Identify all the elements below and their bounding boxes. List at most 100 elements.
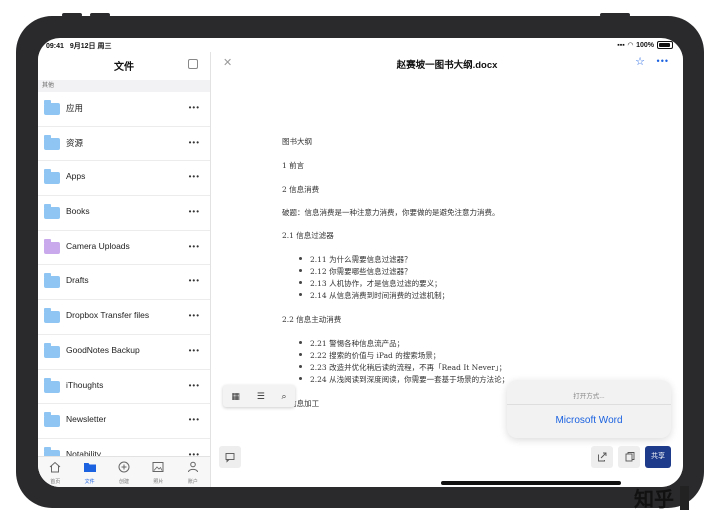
file-row-yingyong[interactable]: 应用 ••• [38,92,210,127]
copy-icon [625,452,635,462]
power-button [600,13,630,17]
more-icon[interactable]: ••• [189,346,200,355]
battery-percent: 100% [636,41,654,49]
photo-icon [152,462,164,472]
folder-icon [44,342,60,358]
select-icon[interactable] [188,59,198,69]
folder-icon [44,273,60,289]
section-heading: 1 前言 [282,161,305,170]
tab-label: 文件 [84,479,95,485]
home-icon [49,461,61,473]
status-time-date: 09:41 9月12日 周三 [46,41,111,51]
status-date: 9月12日 周三 [69,43,112,50]
bullet-item: 2.24 从浅阅读到深度阅读，你需要一套基于场景的方法论； [310,375,510,384]
list-icon[interactable]: ☰ [257,391,265,402]
bullet [299,341,302,344]
file-row-dropbox-transfer[interactable]: Dropbox Transfer files ••• [38,300,210,335]
tab-label: 创建 [119,479,130,485]
doc-heading: 图书大纲 [282,137,312,146]
folder-icon [44,169,60,185]
tab-files[interactable]: 文件 [72,457,106,487]
tab-create[interactable]: 创建 [107,457,141,487]
file-row-apps[interactable]: Apps ••• [38,161,210,197]
bullet [299,293,302,296]
files-sidebar: 文件 其他 应用 ••• 资源 ••• Apps ••• Books ••• C… [38,52,211,487]
comment-button[interactable] [219,446,241,468]
bullet [299,269,302,272]
bullet-item: 2.13 人机协作，才是信息过滤的要义； [310,279,442,288]
more-icon[interactable]: ••• [657,56,669,66]
folder-icon [44,100,60,115]
folder-icon [83,463,96,472]
bullet-item: 2.12 你需要哪些信息过滤器？ [310,267,412,276]
more-icon[interactable]: ••• [189,276,200,285]
file-name: Books [66,206,90,217]
file-row-books[interactable]: Books ••• [38,196,210,231]
more-icon[interactable]: ••• [189,415,200,424]
tab-label: 账户 [187,479,198,485]
document-header: ✕ 赵赛坡一图书大纲.docx ☆ ••• [211,52,683,76]
folder-icon [44,412,60,428]
tab-label: 首页 [50,479,61,485]
subsection-heading: 2.2 信息主动消费 [282,315,342,324]
status-right: ▪▪▪ ◠ 100% [617,41,673,49]
tab-bar: 首页 文件 创建 照片 账户 [38,456,210,487]
open-with-word-option[interactable]: Microsoft Word [507,415,671,426]
bullet [299,353,302,356]
floating-toolbar: ▦ ☰ ⌕ [223,385,295,407]
search-icon[interactable]: ⌕ [282,391,287,402]
section-heading: 2 信息消费 [282,185,320,194]
bullet-item: 2.14 从信息消费到时间消费的过滤机制； [310,291,450,300]
more-icon[interactable]: ••• [189,207,200,216]
more-icon[interactable]: ••• [189,172,200,181]
person-icon [187,461,198,473]
file-name: Dropbox Transfer files [66,310,150,321]
watermark-badge [680,486,689,510]
status-time: 09:41 [46,43,64,50]
more-icon[interactable]: ••• [189,138,200,147]
bullet-item: 2.23 改造并优化稍后读的流程，不再「Read It Never」； [310,363,507,372]
document-title: 赵赛坡一图书大纲.docx [396,60,498,71]
file-name: GoodNotes Backup [66,344,140,355]
file-name: Apps [66,171,86,182]
bullet-item: 2.11 为什么需要信息过滤器？ [310,255,412,264]
tab-account[interactable]: 账户 [176,457,210,487]
grid-icon[interactable]: ▦ [231,391,240,402]
file-row-ziyuan[interactable]: 资源 ••• [38,127,210,162]
file-row-camera-uploads[interactable]: Camera Uploads ••• [38,231,210,266]
file-row-newsletter[interactable]: Newsletter ••• [38,404,210,439]
paragraph: 破题：信息消费是一种注意力消费，你要做的是避免注意力消费。 [282,208,500,217]
file-row-ithoughts[interactable]: iThoughts ••• [38,370,210,405]
tab-home[interactable]: 首页 [38,457,72,487]
more-icon[interactable]: ••• [189,103,200,112]
bullet-item: 2.21 警惕各种信息流产品； [310,339,405,348]
sidebar-title: 文件 [114,62,134,73]
share-button[interactable]: 共享 [645,446,671,468]
screen: 09:41 9月12日 周三 ▪▪▪ ◠ 100% 文件 其他 应用 ••• 资… [38,38,683,487]
bullet-item: 2.22 搜索的价值与 iPad 的搜索场景； [310,351,441,360]
file-row-drafts[interactable]: Drafts ••• [38,265,210,301]
bullet [299,257,302,260]
more-icon[interactable]: ••• [189,381,200,390]
wifi-icon: ◠ [627,42,634,49]
signal-icon: ▪▪▪ [617,41,625,49]
file-name: Newsletter [66,414,107,425]
open-in-icon [598,452,607,462]
open-with-popover: 打开方式... Microsoft Word [507,380,671,438]
more-icon[interactable]: ••• [189,311,200,320]
zhihu-watermark: 知乎 [634,489,674,511]
copy-button[interactable] [618,446,640,468]
star-icon[interactable]: ☆ [635,55,645,68]
comment-icon [225,453,235,463]
tab-photos[interactable]: 照片 [141,457,175,487]
file-name: Camera Uploads [66,240,130,251]
more-icon[interactable]: ••• [189,242,200,251]
tab-label: 照片 [153,479,164,485]
subsection-heading: 2.1 信息过滤器 [282,231,334,240]
open-in-button[interactable] [591,446,613,468]
file-row-goodnotes[interactable]: GoodNotes Backup ••• [38,335,210,370]
open-with-title: 打开方式... [573,393,605,400]
home-indicator [441,481,621,485]
file-name: iThoughts [66,379,104,390]
plus-circle-icon [118,461,130,473]
